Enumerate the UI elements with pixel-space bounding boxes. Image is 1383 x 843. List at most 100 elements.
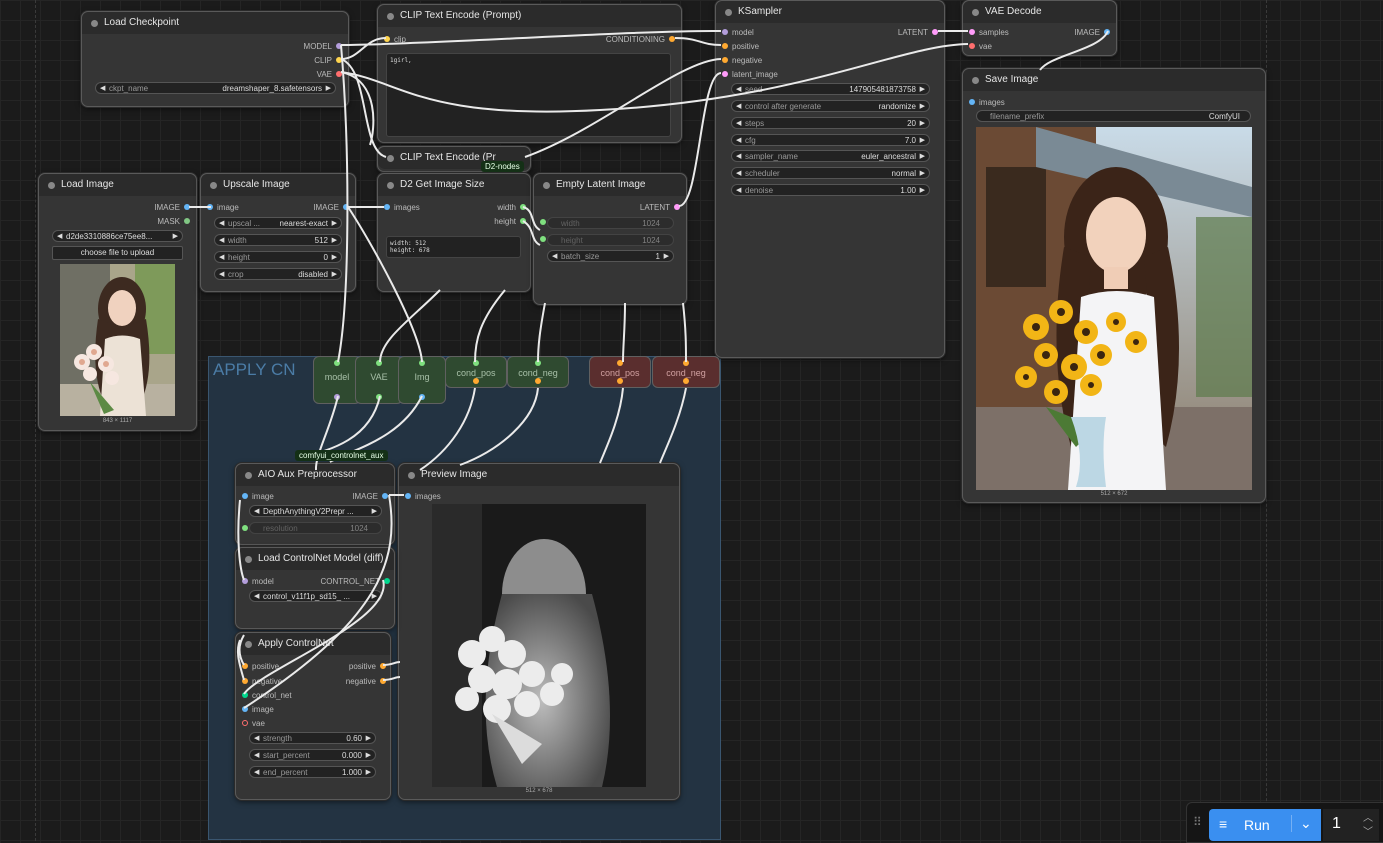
run-button[interactable]: ≡ Run ⌄ bbox=[1209, 809, 1321, 841]
steps-widget[interactable]: ◀ steps 20 ▶ bbox=[731, 117, 930, 129]
drag-handle-icon[interactable]: ⠿ bbox=[1193, 815, 1202, 829]
node-empty-latent-image[interactable]: Empty Latent Image LATENT width 1024 heig… bbox=[533, 173, 687, 305]
increment-icon[interactable]: ︿ bbox=[1363, 809, 1373, 824]
node-upscale-image[interactable]: Upscale Image image IMAGE ◀ upscal ... nea… bbox=[200, 173, 356, 292]
collapse-dot-icon[interactable] bbox=[210, 182, 217, 189]
input-control-net[interactable]: control_net bbox=[242, 691, 292, 700]
collapse-dot-icon[interactable] bbox=[408, 472, 415, 479]
input-image[interactable]: image bbox=[242, 705, 274, 714]
collapse-dot-icon[interactable] bbox=[725, 9, 732, 16]
output-control-net[interactable]: CONTROL_NET bbox=[320, 577, 390, 586]
collapse-dot-icon[interactable] bbox=[387, 182, 394, 189]
output-image[interactable]: IMAGE bbox=[313, 203, 349, 212]
collapse-dot-icon[interactable] bbox=[245, 556, 252, 563]
strength-widget[interactable]: ◀ strength 0.60 ▶ bbox=[249, 732, 376, 744]
height-widget[interactable]: height 1024 bbox=[547, 234, 674, 246]
collapse-dot-icon[interactable] bbox=[245, 472, 252, 479]
collapse-dot-icon[interactable] bbox=[387, 155, 394, 162]
collapse-dot-icon[interactable] bbox=[543, 182, 550, 189]
input-images[interactable]: images bbox=[969, 98, 1005, 107]
reroute-vae[interactable]: VAE bbox=[355, 356, 403, 404]
width-widget[interactable]: width 1024 bbox=[547, 217, 674, 229]
output-vae[interactable]: VAE bbox=[317, 70, 342, 79]
end-percent-widget[interactable]: ◀ end_percent 1.000 ▶ bbox=[249, 766, 376, 778]
converted-height-dot[interactable] bbox=[540, 236, 546, 242]
output-conditioning[interactable]: CONDITIONING bbox=[606, 35, 675, 44]
node-save-image[interactable]: Save Image images filename_prefix ComfyUI bbox=[962, 68, 1266, 503]
seed-widget[interactable]: ◀ seed 147905481873758 ▶ bbox=[731, 83, 930, 95]
control-after-generate-widget[interactable]: ◀ control after generate randomize ▶ bbox=[731, 100, 930, 112]
collapse-dot-icon[interactable] bbox=[387, 13, 394, 20]
width-widget[interactable]: ◀ width 512 ▶ bbox=[214, 234, 342, 246]
input-clip[interactable]: clip bbox=[384, 35, 406, 44]
prompt-textarea[interactable]: 1girl, bbox=[386, 53, 671, 137]
output-positive[interactable]: positive bbox=[349, 662, 386, 671]
output-negative[interactable]: negative bbox=[346, 677, 386, 686]
input-positive[interactable]: positive bbox=[722, 42, 759, 51]
resolution-widget[interactable]: resolution 1024 bbox=[249, 522, 382, 534]
node-title-bar[interactable]: Load Checkpoint bbox=[82, 12, 348, 34]
output-latent[interactable]: LATENT bbox=[640, 203, 680, 212]
reroute-img[interactable]: Img bbox=[398, 356, 446, 404]
batch-size-widget[interactable]: ◀ batch_size 1 ▶ bbox=[547, 250, 674, 262]
collapse-dot-icon[interactable] bbox=[972, 9, 979, 16]
upscale-method-widget[interactable]: ◀ upscal ... nearest-exact ▶ bbox=[214, 217, 342, 229]
input-images[interactable]: images bbox=[405, 492, 441, 501]
input-image[interactable]: image bbox=[207, 203, 239, 212]
output-image[interactable]: IMAGE bbox=[352, 492, 388, 501]
ckpt-name-combo[interactable]: ◀ ckpt_name dreamshaper_8.safetensors ▶ bbox=[95, 82, 336, 94]
decrement-icon[interactable]: ﹀ bbox=[1363, 823, 1373, 838]
collapse-dot-icon[interactable] bbox=[48, 182, 55, 189]
input-images[interactable]: images bbox=[384, 203, 420, 212]
input-negative[interactable]: negative bbox=[242, 677, 282, 686]
input-vae[interactable]: vae bbox=[242, 719, 265, 728]
node-aio-aux-preprocessor[interactable]: AIO Aux Preprocessor image IMAGE ◀ DepthA… bbox=[235, 463, 395, 545]
start-percent-widget[interactable]: ◀ start_percent 0.000 ▶ bbox=[249, 749, 376, 761]
output-clip[interactable]: CLIP bbox=[314, 56, 342, 65]
node-load-controlnet-model[interactable]: Load ControlNet Model (diff) model CONTR… bbox=[235, 547, 395, 629]
output-image[interactable]: IMAGE bbox=[1074, 28, 1110, 37]
preprocessor-combo[interactable]: ◀ DepthAnythingV2Prepr ... ▶ bbox=[249, 505, 382, 517]
node-vae-decode[interactable]: VAE Decode samples vae IMAGE bbox=[962, 0, 1117, 56]
choose-file-button[interactable]: choose file to upload bbox=[52, 246, 183, 260]
collapse-dot-icon[interactable] bbox=[972, 77, 979, 84]
converted-resolution-dot[interactable] bbox=[242, 525, 248, 531]
output-image[interactable]: IMAGE bbox=[154, 203, 190, 212]
output-mask[interactable]: MASK bbox=[157, 217, 190, 226]
node-ksampler[interactable]: KSampler model positive negative latent_… bbox=[715, 0, 945, 358]
node-load-image[interactable]: Load Image IMAGE MASK ◀ d2de3310886ce75ee… bbox=[38, 173, 197, 431]
input-positive[interactable]: positive bbox=[242, 662, 279, 671]
controlnet-name-combo[interactable]: ◀ control_v11f1p_sd15_ ... ▶ bbox=[249, 590, 382, 602]
collapse-dot-icon[interactable] bbox=[91, 20, 98, 27]
scheduler-widget[interactable]: ◀ scheduler normal ▶ bbox=[731, 167, 930, 179]
crop-widget[interactable]: ◀ crop disabled ▶ bbox=[214, 268, 342, 280]
image-file-combo[interactable]: ◀ d2de3310886ce75ee8... ▶ bbox=[52, 230, 183, 242]
cfg-widget[interactable]: ◀ cfg 7.0 ▶ bbox=[731, 134, 930, 146]
sampler-name-widget[interactable]: ◀ sampler_name euler_ancestral ▶ bbox=[731, 150, 930, 162]
node-load-checkpoint[interactable]: Load Checkpoint MODEL CLIP VAE ◀ ckpt_nam… bbox=[81, 11, 349, 107]
input-latent-image[interactable]: latent_image bbox=[722, 70, 778, 79]
input-model[interactable]: model bbox=[242, 577, 274, 586]
reroute-cond-pos-in[interactable]: cond_pos bbox=[445, 356, 507, 388]
node-clip-text-encode-prompt[interactable]: CLIP Text Encode (Prompt) clip CONDITION… bbox=[377, 4, 682, 143]
output-latent[interactable]: LATENT bbox=[898, 28, 938, 37]
reroute-model[interactable]: model bbox=[313, 356, 361, 404]
input-vae[interactable]: vae bbox=[969, 42, 992, 51]
node-preview-image[interactable]: Preview Image images 512 × 678 bbox=[398, 463, 680, 800]
input-image[interactable]: image bbox=[242, 492, 274, 501]
collapse-dot-icon[interactable] bbox=[245, 641, 252, 648]
input-negative[interactable]: negative bbox=[722, 56, 762, 65]
input-samples[interactable]: samples bbox=[969, 28, 1009, 37]
filename-prefix-widget[interactable]: filename_prefix ComfyUI bbox=[976, 110, 1251, 122]
reroute-cond-neg-out[interactable]: cond_neg bbox=[652, 356, 720, 388]
converted-width-dot[interactable] bbox=[540, 219, 546, 225]
height-widget[interactable]: ◀ height 0 ▶ bbox=[214, 251, 342, 263]
node-d2-get-image-size[interactable]: D2 Get Image Size images width height wi… bbox=[377, 173, 531, 292]
input-model[interactable]: model bbox=[722, 28, 754, 37]
node-apply-controlnet[interactable]: Apply ControlNet positive negative contr… bbox=[235, 632, 391, 800]
output-model[interactable]: MODEL bbox=[304, 42, 342, 51]
output-height[interactable]: height bbox=[494, 217, 526, 226]
output-width[interactable]: width bbox=[497, 203, 526, 212]
batch-count-input[interactable]: 1 ︿ ﹀ bbox=[1323, 809, 1379, 841]
reroute-cond-pos-out[interactable]: cond_pos bbox=[589, 356, 651, 388]
